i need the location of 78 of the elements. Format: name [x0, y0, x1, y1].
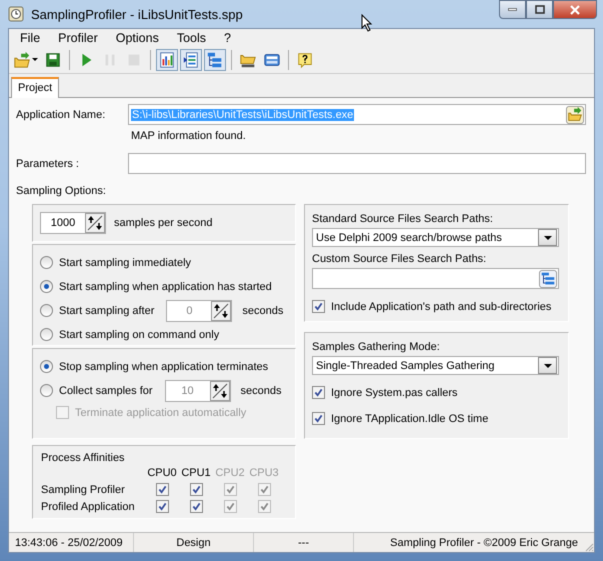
close-icon [570, 4, 580, 14]
help-icon [296, 51, 314, 69]
menu-item[interactable]: File [11, 31, 50, 45]
radio-button[interactable] [40, 360, 53, 373]
group-title: Process Affinities [41, 450, 126, 464]
checkbox[interactable] [190, 500, 202, 513]
list-icon [182, 51, 200, 69]
checkbox-label[interactable]: Ignore TApplication.Idle OS time [331, 412, 488, 424]
status-text: Sampling Profiler - ©2009 Eric Grange [389, 536, 579, 550]
maximize-button[interactable] [526, 0, 553, 19]
dropdown-arrow-icon[interactable] [544, 364, 552, 368]
row-label: Profiled Application [41, 500, 136, 514]
status-text: Design [134, 533, 254, 552]
field-label: Samples Gathering Mode: [312, 341, 441, 353]
window-title: SamplingProfiler - iLibsUnitTests.spp [31, 6, 244, 22]
unit-label: seconds [242, 304, 284, 316]
minimize-icon [508, 8, 517, 11]
unit-label: samples per second [114, 217, 212, 229]
close-button[interactable] [553, 0, 597, 19]
spin-button[interactable] [211, 300, 232, 320]
field-label: Standard Source Files Search Paths: [312, 213, 494, 225]
chart-icon [158, 51, 176, 69]
field-label: Parameters : [16, 158, 80, 170]
radio-label[interactable]: Start sampling immediately [59, 256, 192, 268]
radio-button[interactable] [40, 304, 53, 317]
column-header: CPU1 [180, 466, 212, 480]
unit-label: seconds [240, 384, 282, 396]
status-text: --- [254, 533, 354, 552]
menu-item[interactable]: Profiler [49, 31, 107, 45]
dropdown-arrow-icon[interactable] [544, 236, 552, 240]
checkbox-label[interactable]: Include Application's path and sub-directories [331, 300, 552, 312]
menu-item[interactable]: Tools [168, 31, 216, 45]
checkbox-label[interactable]: Ignore System.pas callers [331, 386, 458, 398]
column-header: CPU2 [214, 466, 246, 480]
checkbox[interactable] [312, 412, 325, 425]
tab[interactable]: Project [11, 77, 60, 98]
radio-button[interactable] [40, 280, 53, 293]
radio-label[interactable]: Stop sampling when application terminates [59, 360, 268, 372]
radio-button[interactable] [40, 328, 53, 341]
open-folder-icon[interactable] [566, 106, 584, 124]
checkbox[interactable] [156, 483, 168, 496]
spin-button[interactable] [85, 213, 105, 233]
column-header: CPU3 [248, 466, 280, 480]
radio-button[interactable] [40, 256, 53, 269]
section-label: Sampling Options: [16, 185, 107, 197]
dropdown[interactable]: Use Delphi 2009 search/browse paths [312, 228, 559, 247]
radio-label[interactable]: Collect samples for [59, 384, 153, 396]
checkbox[interactable] [156, 500, 168, 513]
field-label: Custom Source Files Search Paths: [312, 253, 488, 265]
open-icon [13, 51, 31, 69]
checkbox[interactable] [312, 386, 325, 399]
status-text: 13:43:06 - 25/02/2009 [9, 533, 134, 552]
minimize-button[interactable] [499, 0, 526, 19]
radio-label[interactable]: Start sampling after [59, 304, 154, 316]
input-field[interactable] [312, 268, 559, 289]
tool-button[interactable] [156, 49, 178, 71]
resize-grip-icon[interactable] [584, 542, 594, 552]
save-icon [44, 51, 62, 69]
caret-icon [32, 58, 38, 62]
clock-icon [8, 6, 24, 22]
maximize-icon [534, 4, 544, 14]
menu-item[interactable]: ? [215, 31, 240, 45]
menu-item[interactable]: Options [106, 31, 168, 45]
radio-label[interactable]: Start sampling when application has started [59, 280, 272, 292]
radio-button[interactable] [40, 384, 53, 397]
row-label: Sampling Profiler [41, 482, 126, 496]
status-message: MAP information found. [131, 130, 247, 142]
input-field[interactable] [128, 153, 586, 174]
tree-icon [206, 51, 224, 69]
checkbox[interactable] [312, 300, 325, 313]
dropdown[interactable]: Single-Threaded Samples Gathering [312, 356, 559, 375]
field-label: Application Name: [16, 108, 106, 120]
cursor-icon [361, 14, 373, 32]
column-header: CPU0 [146, 466, 178, 480]
checkbox[interactable] [190, 483, 202, 496]
tree-icon[interactable] [539, 270, 557, 288]
radio-label[interactable]: Start sampling on command only [59, 328, 220, 340]
spin-button[interactable] [210, 380, 230, 400]
